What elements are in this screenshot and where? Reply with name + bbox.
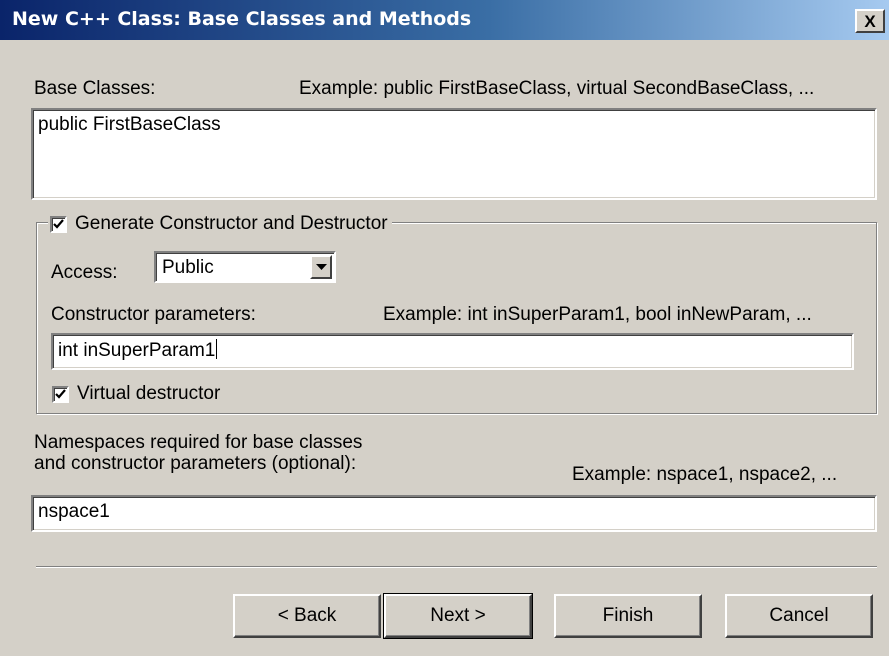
- title-bar[interactable]: New C++ Class: Base Classes and Methods …: [0, 0, 889, 40]
- access-select[interactable]: Public: [154, 251, 336, 283]
- checkmark-icon: [55, 388, 66, 399]
- ctor-params-example: Example: int inSuperParam1, bool inNewPa…: [383, 304, 812, 325]
- text-caret: [216, 339, 218, 359]
- namespaces-label-line2: and constructor parameters (optional):: [34, 453, 357, 474]
- ctor-params-field[interactable]: int inSuperParam1: [51, 333, 854, 370]
- ctor-params-value: int inSuperParam1: [58, 340, 216, 361]
- generate-ctor-checkbox[interactable]: [50, 215, 67, 233]
- namespaces-example: Example: nspace1, nspace2, ...: [572, 464, 838, 485]
- chevron-down-icon: [315, 263, 327, 270]
- namespaces-label-line1: Namespaces required for base classes: [34, 432, 363, 453]
- ctor-params-label: Constructor parameters:: [51, 304, 256, 325]
- base-classes-value: public FirstBaseClass: [38, 114, 221, 135]
- dropdown-arrow-button[interactable]: [310, 255, 332, 279]
- virtual-destructor-row[interactable]: Virtual destructor: [52, 383, 220, 405]
- checkmark-icon: [53, 218, 64, 229]
- window-title: New C++ Class: Base Classes and Methods: [12, 8, 472, 30]
- base-classes-field[interactable]: public FirstBaseClass: [31, 108, 877, 200]
- separator-line: [36, 566, 877, 568]
- namespaces-value: nspace1: [38, 501, 110, 522]
- close-button[interactable]: X: [855, 9, 885, 33]
- virtual-destructor-label: Virtual destructor: [77, 383, 221, 404]
- close-icon: X: [864, 11, 876, 31]
- base-classes-label: Base Classes:: [34, 78, 156, 99]
- namespaces-field[interactable]: nspace1: [31, 495, 877, 532]
- next-button[interactable]: Next >: [383, 593, 533, 639]
- virtual-destructor-checkbox[interactable]: [52, 385, 69, 403]
- generate-ctor-checkbox-row[interactable]: Generate Constructor and Destructor: [48, 212, 392, 236]
- generate-ctor-label: Generate Constructor and Destructor: [75, 213, 388, 234]
- ctor-params-value-wrap: int inSuperParam1: [58, 339, 218, 362]
- access-value: Public: [162, 257, 214, 278]
- base-classes-example: Example: public FirstBaseClass, virtual …: [299, 78, 815, 99]
- back-button[interactable]: < Back: [233, 594, 381, 638]
- finish-button[interactable]: Finish: [554, 594, 702, 638]
- cancel-button[interactable]: Cancel: [725, 594, 873, 638]
- new-class-dialog: New C++ Class: Base Classes and Methods …: [0, 0, 889, 656]
- access-label: Access:: [51, 262, 118, 283]
